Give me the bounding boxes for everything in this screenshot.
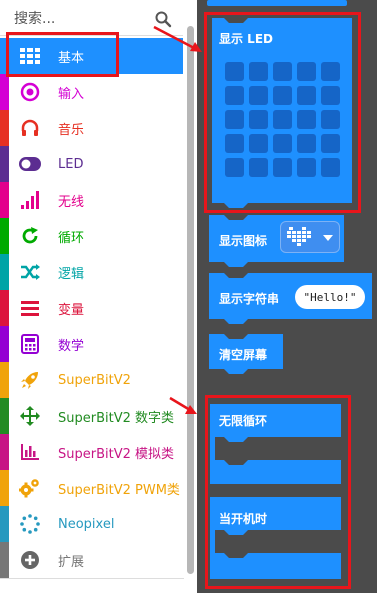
heart-icon (287, 227, 311, 246)
red-arrow (153, 25, 202, 52)
chevron-down-icon (323, 235, 333, 241)
red-arrow (169, 396, 197, 414)
show-string-label: 显示字符串 (219, 292, 280, 306)
show-icon-label: 显示图标 (219, 234, 268, 248)
clear-screen-label: 清空屏幕 (219, 348, 268, 362)
highlight-box (204, 12, 361, 213)
icon-dropdown[interactable] (280, 221, 340, 253)
partial-block[interactable] (207, 0, 347, 6)
highlight-box (205, 395, 351, 589)
string-input[interactable]: "Hello!" (295, 285, 365, 309)
